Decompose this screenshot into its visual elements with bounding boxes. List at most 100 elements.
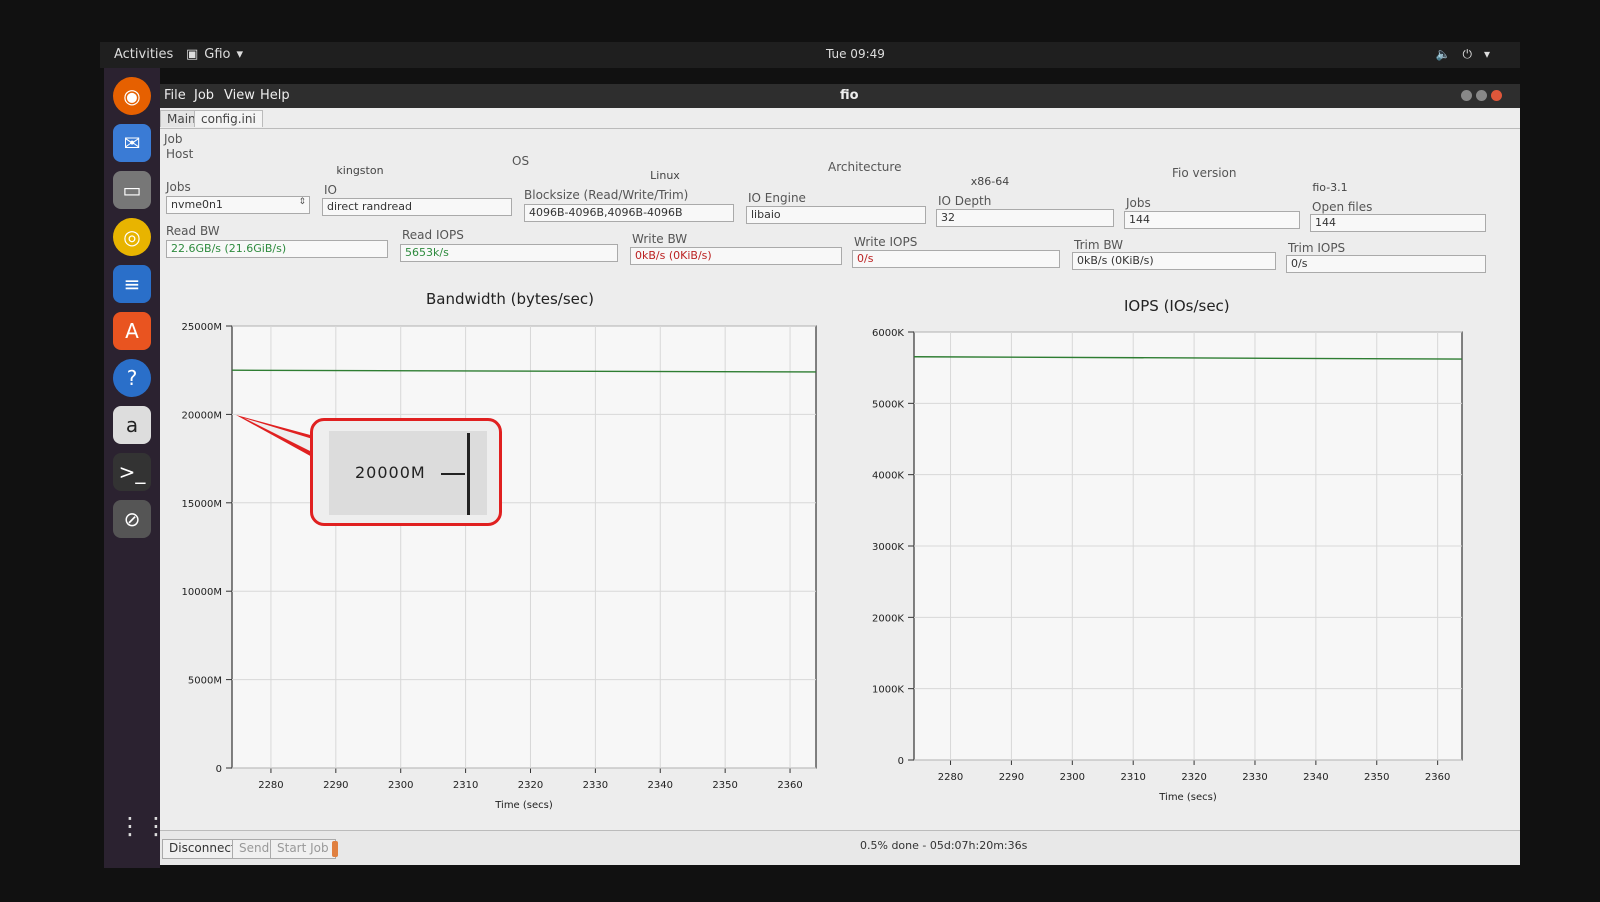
minimize-button[interactable] <box>1461 90 1472 101</box>
close-button[interactable] <box>1491 90 1502 101</box>
host-label: Host <box>166 147 194 161</box>
os-value: Linux <box>650 169 680 182</box>
io-engine-label: IO Engine <box>748 191 806 205</box>
write-iops-label: Write IOPS <box>854 235 918 249</box>
x-tick-label: 2310 <box>453 780 478 791</box>
x-tick-label: 2320 <box>518 780 543 791</box>
jobs-select[interactable]: nvme0n1 ⇕ <box>166 196 310 214</box>
io-engine-field[interactable]: libaio <box>746 206 926 224</box>
menu-bar: File Job View Help fio <box>160 84 1520 108</box>
io-field[interactable]: direct randread <box>322 198 512 216</box>
trim-iops-field[interactable]: 0/s <box>1286 255 1486 273</box>
y-tick-label: 0 <box>216 764 222 775</box>
architecture-label: Architecture <box>828 160 902 174</box>
help-icon[interactable]: ? <box>113 359 151 397</box>
plot-area <box>231 325 817 769</box>
gfio-icon[interactable]: ⊘ <box>113 500 151 538</box>
power-icon: ⏻ <box>1462 47 1472 61</box>
window-controls <box>1461 90 1502 101</box>
window-title: fio <box>840 88 859 103</box>
y-tick-label: 25000M <box>182 322 222 333</box>
trim-bw-field[interactable]: 0kB/s (0KiB/s) <box>1072 252 1276 270</box>
progress-text: 0.5% done - 05d:07h:20m:36s <box>860 839 1028 852</box>
menu-view[interactable]: View <box>224 88 255 103</box>
read-bw-field[interactable]: 22.6GB/s (21.6GiB/s) <box>166 240 388 258</box>
iops-chart: 2280 2290 2300 2310 2320 2330 2340 2350 2360 0 100… <box>872 328 1463 803</box>
x-axis-label: Time (secs) <box>494 800 553 811</box>
y-tick-label: 6000K <box>872 328 904 339</box>
io-depth-field[interactable]: 32 <box>936 209 1114 227</box>
x-tick-label: 2360 <box>1425 772 1450 783</box>
y-tick-label: 5000K <box>872 399 904 410</box>
write-iops-field[interactable]: 0/s <box>852 250 1060 268</box>
os-label: OS <box>512 154 530 168</box>
tab-config-ini[interactable]: config.ini <box>194 110 263 127</box>
window-icon: ▣ <box>186 47 199 62</box>
app-menu-label: Gfio <box>204 47 231 62</box>
spinner-icon: ⇕ <box>298 197 306 207</box>
disconnect-button[interactable]: Disconnect <box>162 839 243 859</box>
clock[interactable]: Tue 09:49 <box>826 47 885 61</box>
maximize-button[interactable] <box>1476 90 1487 101</box>
app-menu[interactable]: ▣ Gfio ▾ <box>186 47 243 62</box>
dock: ◉ ✉ ▭ ◎ ≡ A ? a >_ ⊘ ⋮⋮⋮ <box>104 68 194 868</box>
io-label: IO <box>324 183 337 197</box>
thunderbird-icon[interactable]: ✉ <box>113 124 151 162</box>
x-tick-label: 2310 <box>1120 772 1145 783</box>
open-files-field[interactable]: 144 <box>1310 214 1486 232</box>
y-tick-label: 20000M <box>182 410 222 421</box>
amazon-icon[interactable]: a <box>113 406 151 444</box>
software-center-icon[interactable]: A <box>113 312 151 350</box>
activities-button[interactable]: Activities <box>114 47 173 62</box>
x-tick-label: 2290 <box>999 772 1024 783</box>
read-iops-label: Read IOPS <box>402 228 464 242</box>
y-tick-label: 10000M <box>182 587 222 598</box>
x-tick-label: 2330 <box>1242 772 1267 783</box>
menu-job[interactable]: Job <box>194 88 214 103</box>
x-tick-label: 2330 <box>583 780 608 791</box>
jobs-field[interactable]: 144 <box>1124 211 1300 229</box>
x-tick-label: 2350 <box>1364 772 1389 783</box>
io-depth-label: IO Depth <box>938 194 992 208</box>
write-bw-field[interactable]: 0kB/s (0KiB/s) <box>630 247 842 265</box>
files-icon[interactable]: ▭ <box>113 171 151 209</box>
jobs-label: Jobs <box>1126 196 1151 210</box>
read-iops-field[interactable]: 5653k/s <box>400 244 618 262</box>
menu-file[interactable]: File <box>164 88 186 103</box>
x-axis-label: Time (secs) <box>1158 792 1217 803</box>
volume-icon: 🔈 <box>1435 47 1451 61</box>
x-tick-label: 2300 <box>1060 772 1085 783</box>
y-tick-label: 5000M <box>188 676 222 687</box>
callout-zoom-area: 20000M <box>329 431 487 515</box>
x-tick-label: 2340 <box>1303 772 1328 783</box>
chevron-down-icon: ▾ <box>236 47 244 62</box>
x-tick-label: 2360 <box>777 780 802 791</box>
read-bw-label: Read BW <box>166 224 220 238</box>
x-tick-label: 2320 <box>1181 772 1206 783</box>
fio-version-label: Fio version <box>1172 166 1237 180</box>
bandwidth-chart-title: Bandwidth (bytes/sec) <box>426 290 594 308</box>
terminal-icon[interactable]: >_ <box>113 453 151 491</box>
callout-axis-line <box>467 433 470 515</box>
blocksize-field[interactable]: 4096B-4096B,4096B-4096B <box>524 204 734 222</box>
firefox-icon[interactable]: ◉ <box>113 77 151 115</box>
menu-help[interactable]: Help <box>260 88 290 103</box>
fio-version-value: fio-3.1 <box>1312 181 1348 194</box>
y-tick-label: 3000K <box>872 542 904 553</box>
writer-icon[interactable]: ≡ <box>113 265 151 303</box>
x-tick-label: 2300 <box>388 780 413 791</box>
callout-tick-mark <box>441 473 465 475</box>
zoom-callout: 20000M <box>310 418 502 526</box>
callout-tick-label: 20000M <box>355 463 426 482</box>
start-job-button[interactable]: Start Job <box>270 839 336 859</box>
open-files-label: Open files <box>1312 200 1373 214</box>
rhythmbox-icon[interactable]: ◎ <box>113 218 151 256</box>
y-tick-label: 4000K <box>872 471 904 482</box>
x-tick-label: 2350 <box>712 780 737 791</box>
y-tick-label: 2000K <box>872 613 904 624</box>
bandwidth-chart: 2280 2290 2300 2310 2320 2330 2340 2350 2360 0 500… <box>182 322 817 811</box>
system-tray[interactable]: 🔈 ⏻ ▾ <box>1436 47 1490 62</box>
x-tick-label: 2340 <box>648 780 673 791</box>
jobs-select-value: nvme0n1 <box>171 198 223 211</box>
blocksize-label: Blocksize (Read/Write/Trim) <box>524 188 689 202</box>
